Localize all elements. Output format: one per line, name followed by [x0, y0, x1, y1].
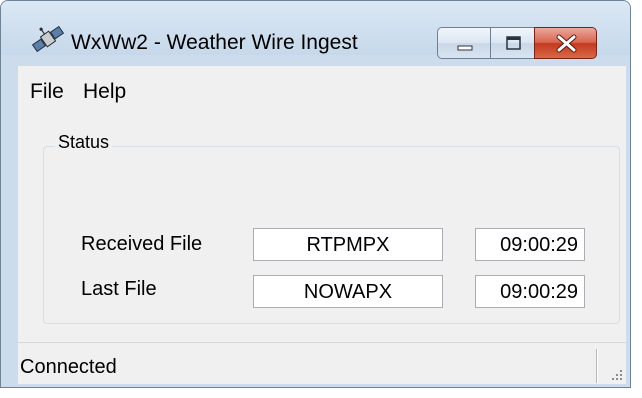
- resize-grip-icon[interactable]: [608, 366, 624, 382]
- window-title: WxWw2 - Weather Wire Ingest: [71, 31, 358, 54]
- status-group-label: Status: [55, 132, 113, 153]
- title-bar[interactable]: WxWw2 - Weather Wire Ingest: [1, 1, 630, 59]
- connection-status: Connected: [20, 356, 117, 378]
- main-window: WxWw2 - Weather Wire Ingest File Help St…: [0, 0, 631, 388]
- received-file-label: Received File: [81, 233, 203, 255]
- close-icon: [556, 34, 577, 53]
- minimize-button[interactable]: [437, 27, 491, 59]
- menu-bar: File Help: [18, 66, 626, 106]
- last-time-field[interactable]: 09:00:29: [475, 275, 585, 308]
- received-file-field[interactable]: RTPMPX: [253, 228, 443, 261]
- last-file-label: Last File: [81, 278, 157, 300]
- client-area: File Help Status Received File RTPMPX 09…: [18, 66, 626, 384]
- minimize-icon: [457, 45, 473, 51]
- status-bar: Connected: [18, 342, 626, 384]
- maximize-button[interactable]: [490, 27, 535, 59]
- last-file-field[interactable]: NOWAPX: [253, 275, 443, 308]
- status-separator: [596, 349, 597, 383]
- satellite-icon: [31, 25, 65, 53]
- menu-file[interactable]: File: [30, 80, 64, 104]
- close-button[interactable]: [534, 27, 597, 59]
- menu-help[interactable]: Help: [83, 80, 126, 104]
- maximize-icon: [506, 36, 521, 50]
- received-time-field[interactable]: 09:00:29: [475, 228, 585, 261]
